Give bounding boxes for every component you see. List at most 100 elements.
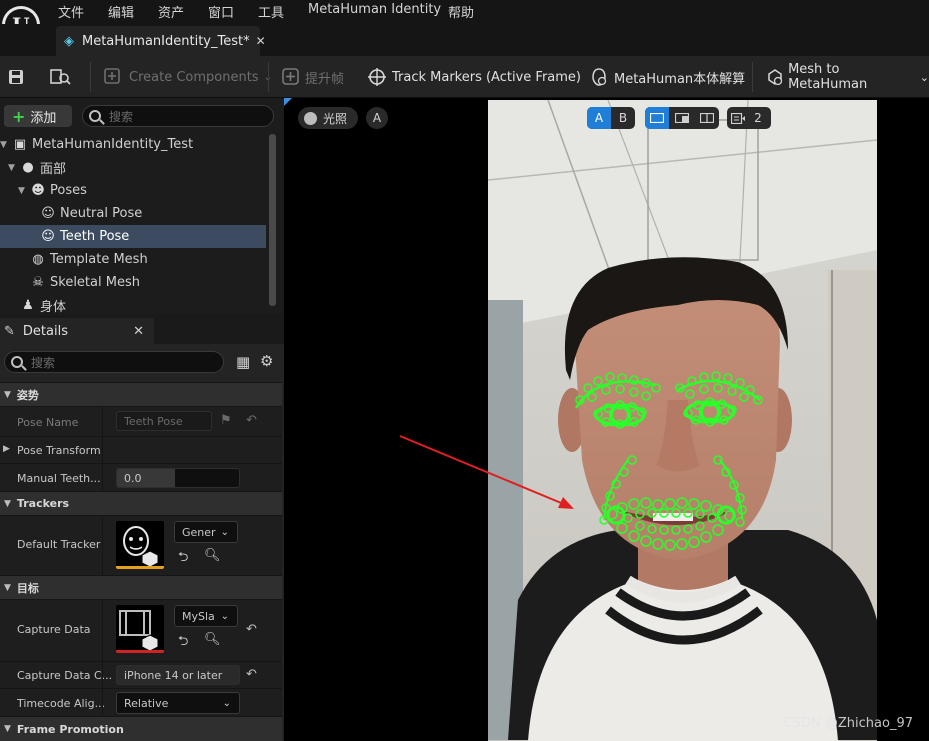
capture-camera-field[interactable]: iPhone 14 or later — [116, 665, 240, 685]
components-outliner: + 添加 搜索 ▼ ▣ MetaHumanIdentity_Test ▼ ● 面… — [0, 98, 284, 315]
use-selected-icon[interactable]: ⮌ — [178, 632, 188, 654]
pose-transform-row[interactable]: ▶ Pose Transform — [0, 436, 282, 463]
tracker-thumbnail[interactable] — [116, 521, 164, 569]
track-markers-button[interactable]: Track Markers (Active Frame) — [368, 65, 581, 89]
browse-asset-icon[interactable]: 🔍︎ — [204, 632, 221, 647]
ab-toggle-a[interactable]: A — [587, 107, 611, 129]
expand-arrow-icon[interactable]: ▶ — [3, 444, 10, 454]
menu-window[interactable]: 窗口 — [208, 2, 234, 21]
menu-edit[interactable]: 编辑 — [108, 2, 134, 21]
section-target[interactable]: ▼ 目标 — [0, 575, 282, 599]
viewport[interactable]: 光照 A A B 2 CSDN @Zhichao_97 — [284, 98, 929, 741]
tree-item-template-mesh[interactable]: ◍ Template Mesh — [0, 248, 266, 271]
tree-item-poses[interactable]: ▼ ☻ Poses — [0, 179, 266, 202]
capture-data-row: Capture Data MySla ⌄ ⮌ 🔍︎ ↶ — [0, 599, 282, 661]
collapse-arrow-icon[interactable]: ▼ — [18, 186, 28, 196]
create-components-label: Create Components — [129, 69, 259, 85]
tree-item-skeletal-mesh[interactable]: ☠ Skeletal Mesh — [0, 271, 266, 294]
single-view-icon[interactable] — [645, 107, 669, 129]
collapse-arrow-icon[interactable]: ▼ — [0, 140, 10, 150]
manual-teeth-label: Manual Teeth... — [17, 472, 101, 485]
column-divider — [102, 407, 103, 436]
capture-data-combo[interactable]: MySla ⌄ — [174, 605, 238, 627]
tree-item-identity[interactable]: ▼ ▣ MetaHumanIdentity_Test — [0, 133, 266, 156]
table-view-icon[interactable]: ▦ — [236, 353, 250, 371]
menu-metahuman-identity[interactable]: MetaHuman Identity — [308, 2, 441, 17]
default-tracker-label: Default Tracker — [17, 538, 101, 551]
details-search-placeholder: 搜索 — [31, 355, 56, 370]
lighting-button[interactable]: 光照 — [298, 107, 358, 129]
capture-data-thumbnail[interactable] — [116, 605, 164, 653]
reset-icon[interactable]: ↶ — [246, 667, 257, 682]
save-button[interactable] — [8, 65, 24, 89]
promote-frame-button[interactable]: 提升帧 — [282, 65, 344, 89]
details-search-input[interactable]: 搜索 — [4, 351, 224, 373]
mesh-to-metahuman-button[interactable]: Mesh to MetaHuman ⌄ — [766, 62, 929, 92]
toolbar: Create Components ⌄ 提升帧 Track Markers (A… — [0, 56, 929, 98]
document-tab[interactable]: ◈ MetaHumanIdentity_Test* ✕ — [56, 26, 266, 56]
add-button[interactable]: + 添加 — [4, 105, 72, 127]
menu-file[interactable]: 文件 — [58, 2, 84, 21]
tree-item-face[interactable]: ▼ ● 面部 — [0, 156, 266, 179]
collapse-arrow-icon: ▼ — [4, 724, 11, 734]
browse-asset-icon[interactable]: 🔍︎ — [204, 548, 221, 563]
column-divider — [102, 689, 103, 716]
camera-icon — [727, 112, 749, 124]
default-tracker-row: Default Tracker Gener ⌄ ⮌ 🔍︎ — [0, 515, 282, 575]
mesh-to-metahuman-icon — [768, 69, 783, 86]
section-pose[interactable]: ▼ 姿势 — [0, 382, 282, 406]
section-trackers[interactable]: ▼ Trackers — [0, 491, 282, 515]
ab-toggle-b[interactable]: B — [611, 107, 635, 129]
menu-help[interactable]: 帮助 — [448, 2, 474, 21]
tree-item-label: 身体 — [40, 300, 67, 315]
menu-tools[interactable]: 工具 — [258, 2, 284, 21]
tree-item-teeth-pose[interactable]: ☺ Teeth Pose — [0, 225, 266, 248]
poses-icon: ☻ — [31, 183, 45, 198]
outliner-search-input[interactable]: 搜索 — [82, 105, 274, 127]
manual-teeth-row: Manual Teeth... 0.0 — [0, 463, 282, 491]
capture-camera-value: iPhone 14 or later — [124, 668, 223, 682]
identity-icon: ▣ — [13, 137, 27, 152]
pose-name-row: Pose Name Teeth Pose ⚑ ↶ — [0, 406, 282, 436]
manual-teeth-value: 0.0 — [124, 471, 142, 485]
search-icon — [89, 110, 101, 122]
reset-icon[interactable]: ↶ — [246, 622, 257, 637]
create-components-button[interactable]: Create Components ⌄ — [104, 65, 272, 89]
details-tab-label: Details — [22, 323, 68, 339]
timecode-combo[interactable]: Relative ⌄ — [116, 692, 240, 714]
tracker-combo[interactable]: Gener ⌄ — [174, 521, 238, 543]
collapse-arrow-icon: ▼ — [4, 582, 11, 593]
close-tab-icon[interactable]: ✕ — [256, 34, 266, 48]
dual-view-icon[interactable] — [694, 107, 719, 129]
collapse-arrow-icon[interactable]: ▼ — [8, 163, 18, 173]
browse-asset-icon — [50, 69, 71, 85]
mask-icon: ☺ — [41, 229, 55, 244]
close-tab-icon[interactable]: ✕ — [133, 324, 144, 339]
capture-data-camera-label: Capture Data C... — [17, 669, 113, 682]
details-tab[interactable]: ✎ Details ✕ — [0, 318, 154, 344]
menu-assets[interactable]: 资产 — [158, 2, 184, 21]
outliner-scrollbar[interactable] — [269, 134, 276, 306]
tree-item-label: 面部 — [40, 162, 67, 177]
chevron-down-icon: ⌄ — [222, 697, 231, 709]
tree-item-neutral-pose[interactable]: ☺ Neutral Pose — [0, 202, 266, 225]
view-layout-toggle[interactable] — [645, 107, 719, 129]
capture-data-combo-value: MySla — [182, 609, 215, 623]
search-icon — [11, 356, 23, 368]
wipe-view-icon[interactable] — [669, 107, 694, 129]
manual-teeth-slider[interactable]: 0.0 — [116, 468, 240, 488]
column-divider — [102, 437, 103, 463]
use-selected-icon[interactable]: ⮌ — [178, 548, 188, 570]
view-a-button[interactable]: A — [366, 107, 388, 129]
toolbar-separator — [752, 62, 753, 92]
ab-toggle[interactable]: A B — [587, 107, 635, 129]
identity-solve-button[interactable]: MetaHuman本体解算 — [590, 65, 745, 89]
section-frame-promotion[interactable]: ▼ Frame Promotion — [0, 716, 282, 741]
gear-icon[interactable]: ⚙ — [260, 352, 273, 370]
annotation-arrow — [399, 435, 574, 509]
browse-to-asset-button[interactable] — [50, 65, 72, 89]
section-trackers-title: Trackers — [16, 497, 70, 510]
tracker-combo-value: Gener — [182, 525, 216, 539]
chevron-down-icon: ⌄ — [220, 610, 229, 622]
camera-count-button[interactable]: 2 — [727, 107, 771, 129]
